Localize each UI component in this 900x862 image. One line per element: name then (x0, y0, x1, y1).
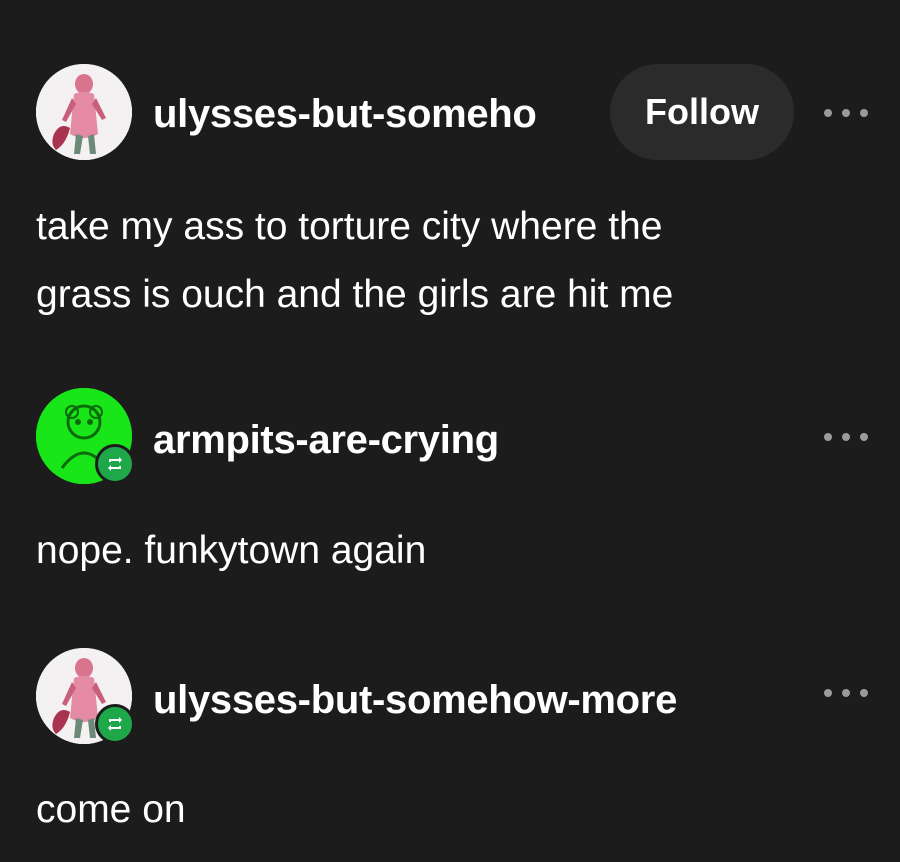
more-options-icon[interactable] (824, 683, 868, 703)
dot (842, 109, 850, 117)
dot (842, 433, 850, 441)
post-original: ulysses-but-someho Follow take my ass to… (0, 0, 900, 340)
post-reblog-1: armpits-are-crying nope. funkytown again (0, 340, 900, 610)
avatar[interactable] (36, 64, 132, 160)
post-username[interactable]: ulysses-but-someho (153, 90, 593, 138)
more-options-icon[interactable] (824, 103, 868, 123)
reblog-icon (95, 704, 135, 744)
post-reblog-2: ulysses-but-somehow-more come on (0, 610, 900, 862)
post-username[interactable]: armpits-are-crying (153, 416, 793, 464)
dot (824, 109, 832, 117)
reblog-arrows-icon (108, 717, 122, 731)
post-body-line: come on (36, 788, 186, 831)
dot (860, 433, 868, 441)
post-body-line: grass is ouch and the girls are hit me (36, 273, 674, 316)
post-body-line: nope. funkytown again (36, 529, 427, 572)
reblog-arrows-icon (108, 457, 122, 471)
dot (860, 109, 868, 117)
more-options-icon[interactable] (824, 427, 868, 447)
dot (824, 689, 832, 697)
post-body-line: take my ass to torture city where the (36, 205, 663, 248)
dot (842, 689, 850, 697)
dot (860, 689, 868, 697)
dot (824, 433, 832, 441)
pink-figure-avatar-icon (36, 64, 132, 160)
post-username[interactable]: ulysses-but-somehow-more (153, 676, 757, 724)
follow-button[interactable]: Follow (610, 64, 794, 160)
reblog-icon (95, 444, 135, 484)
